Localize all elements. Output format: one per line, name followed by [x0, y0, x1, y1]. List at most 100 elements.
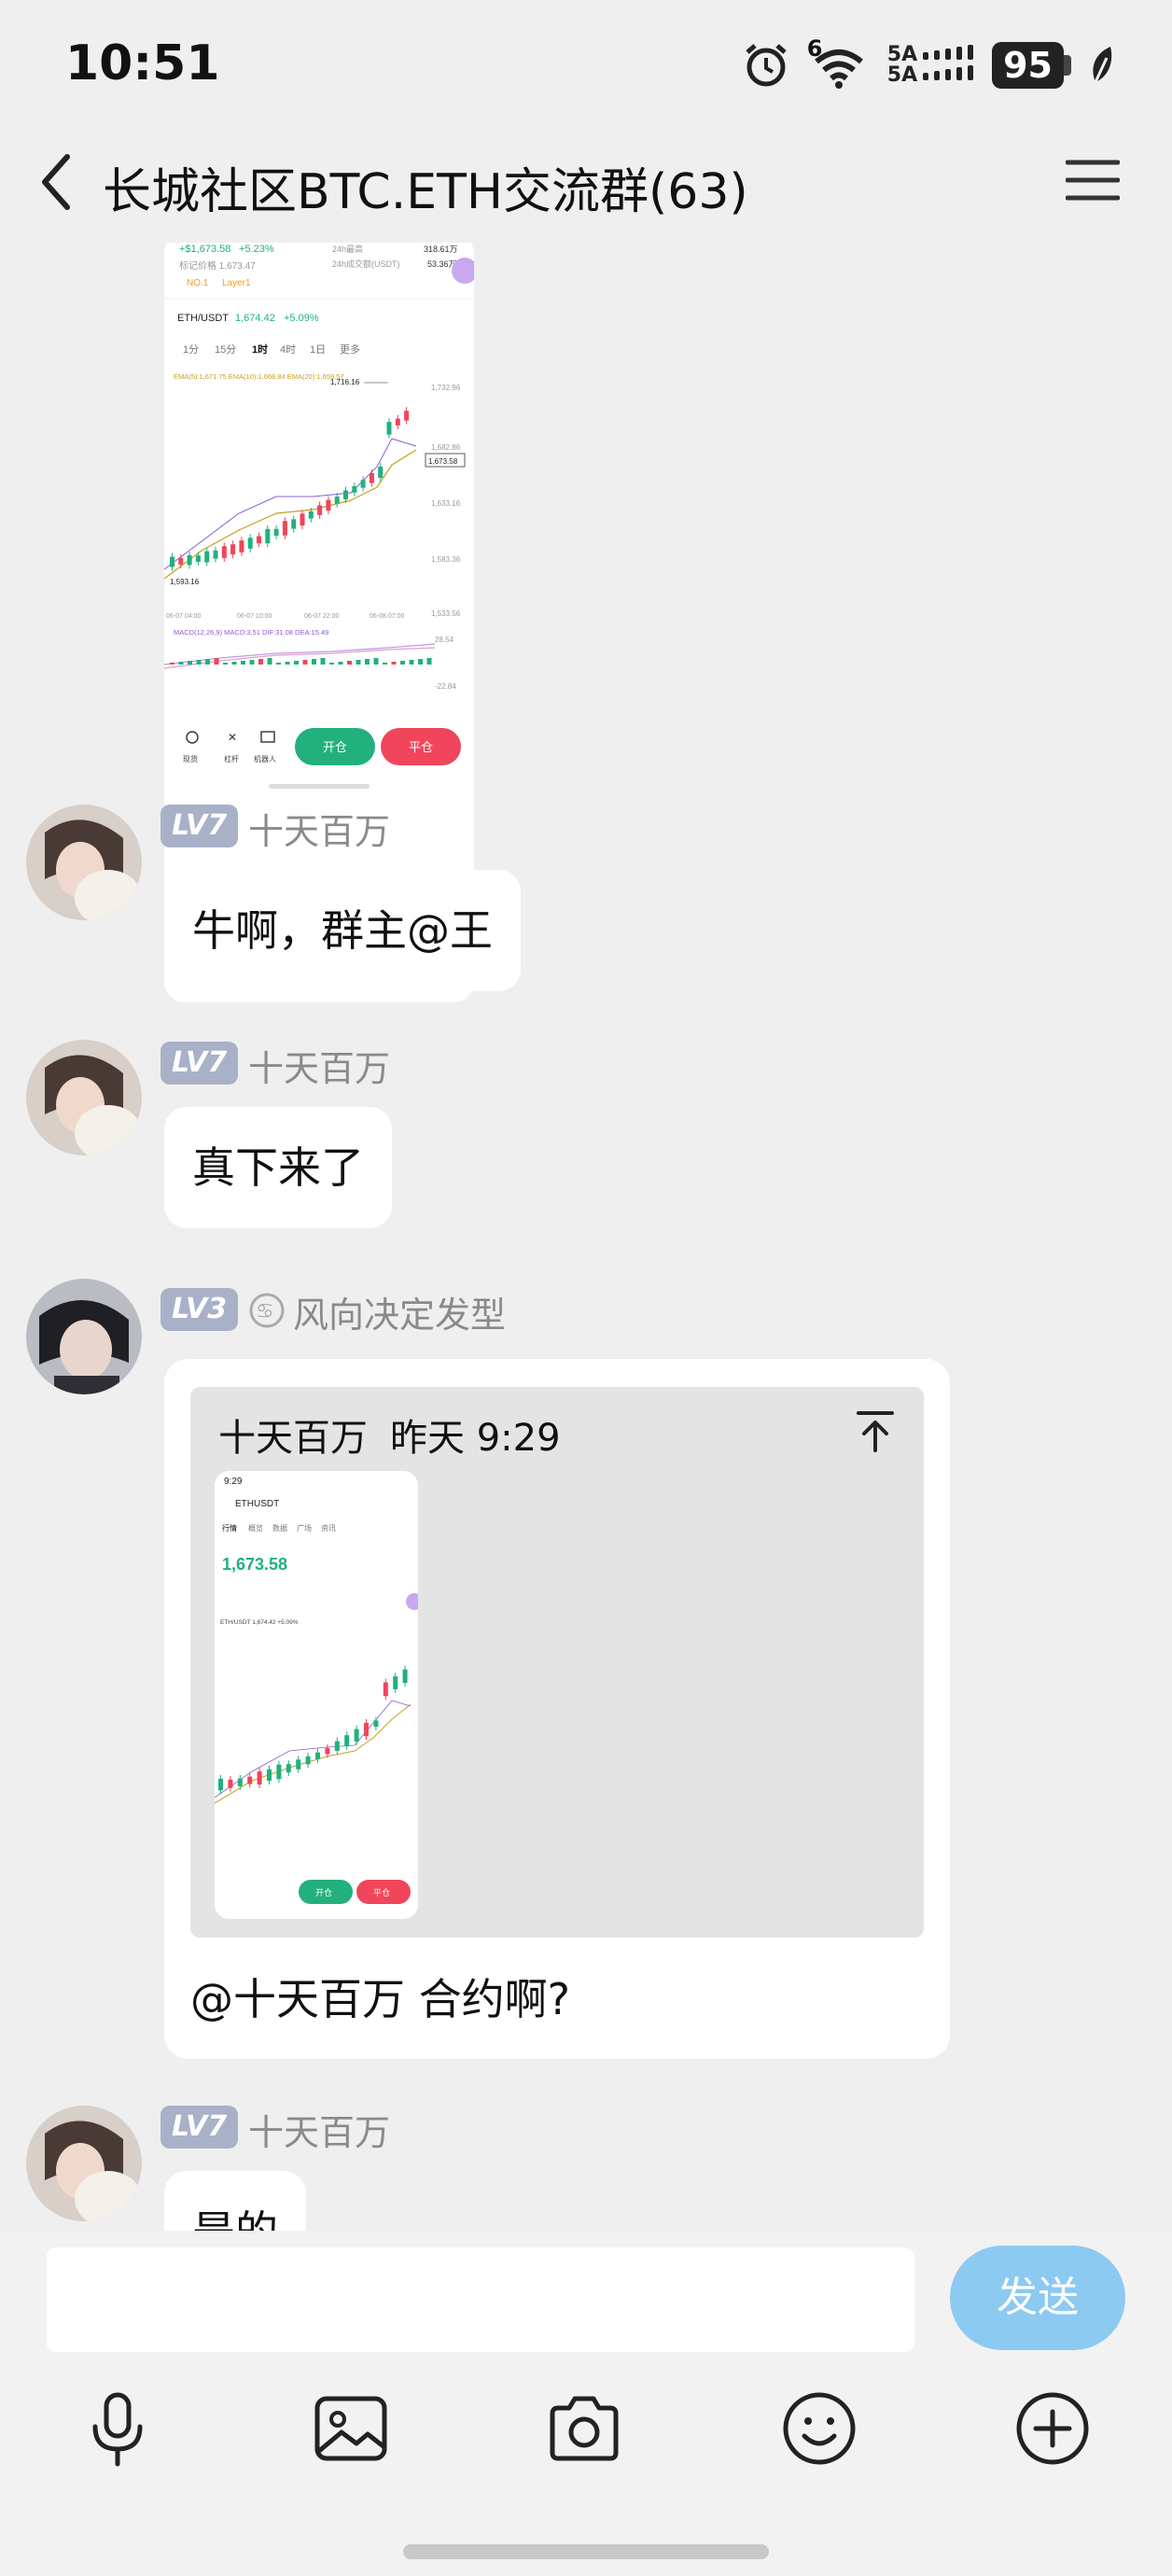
macd-line: MACD(12,26,9) MACD:3.51 DIF:31.08 DEA:15…	[174, 628, 328, 637]
macd-bar	[302, 660, 308, 665]
quoted-screenshot-thumbnail[interactable]: 9:29 ETHUSDT 行情 概览 数据 广场 资讯 1,673.58 ETH…	[215, 1471, 418, 1919]
macd-bar	[347, 661, 352, 665]
candle	[213, 550, 218, 559]
candle	[276, 1764, 282, 1780]
macd-bar	[418, 659, 423, 665]
low-label: 1,593.16	[170, 578, 200, 586]
candle	[402, 1669, 408, 1684]
candle	[291, 519, 297, 529]
wifi-6-label: 6	[806, 35, 823, 62]
home-indicator[interactable]	[403, 2544, 769, 2559]
macd-bar	[373, 658, 379, 665]
thumb-tab-4: 广场	[297, 1523, 312, 1533]
macd-bar	[329, 663, 334, 665]
candle	[360, 480, 366, 488]
level-badge: LV7	[160, 1042, 239, 1085]
back-icon[interactable]	[34, 149, 80, 215]
icon-label-1: 现货	[183, 754, 198, 763]
svg-text:♋: ♋	[256, 1300, 274, 1323]
thumb-tab-1: 行情	[222, 1523, 237, 1533]
tf-tab-4: 4时	[280, 343, 296, 356]
macd-bar	[338, 662, 343, 665]
sender-name[interactable]: 十天百万	[248, 2104, 390, 2155]
candle	[239, 540, 244, 553]
candle	[393, 1676, 398, 1689]
icon-label-2: 杠杆	[224, 754, 239, 763]
quoted-message[interactable]: 十天百万昨天 9:29 9:29 ETHUSDT 行情 概览 数据 广场 资讯	[190, 1387, 924, 1938]
macd-bar	[356, 660, 361, 665]
candle	[352, 486, 357, 493]
candle	[265, 528, 271, 544]
candle	[373, 1720, 379, 1727]
candle	[267, 1769, 272, 1781]
candle	[378, 466, 384, 478]
macd-bar	[188, 661, 192, 665]
candle	[195, 555, 201, 562]
candle	[296, 1759, 301, 1770]
ema-line: EMA(5):1,671.75 EMA(10):1,668.84 EMA(20)…	[174, 372, 344, 381]
menu-icon[interactable]	[1066, 157, 1120, 203]
sender-name[interactable]: 十天百万	[248, 1040, 390, 1091]
candle	[383, 1682, 388, 1697]
macd-bar	[320, 658, 326, 665]
message-text[interactable]: @十天百万 合约啊?	[190, 1966, 570, 2027]
macd-bar	[365, 659, 370, 665]
candle	[343, 490, 348, 499]
status-icons: 6 5A 5A 95	[742, 35, 1116, 91]
candle	[178, 557, 184, 565]
jump-to-original-icon[interactable]	[853, 1407, 898, 1454]
candle	[170, 556, 174, 567]
camera-icon[interactable]	[545, 2389, 623, 2468]
rank-label: NO.1	[187, 278, 209, 288]
message-bubble[interactable]: 牛啊，群主@王	[164, 870, 521, 991]
thumb-tab-3: 数据	[272, 1523, 287, 1533]
cancer-zodiac-icon: ♋	[249, 1293, 285, 1328]
price-top: +$1,673.58	[179, 244, 230, 255]
microphone-icon[interactable]	[78, 2389, 157, 2468]
candle	[395, 418, 400, 426]
tick-5: 1,533.56	[431, 609, 461, 618]
sender-name[interactable]: 十天百万	[248, 803, 390, 854]
macd-bar	[294, 661, 299, 665]
macd-bar	[426, 658, 432, 665]
pair-label: ETH/USDT	[177, 313, 229, 324]
wifi-icon: 6	[807, 35, 871, 90]
message-bubble[interactable]: 是的	[164, 2171, 306, 2231]
candle	[282, 521, 287, 536]
level-badge: LV7	[160, 805, 239, 847]
thumb-pair-line: ETH/USDT 1,674.42 +5.09%	[220, 1619, 299, 1626]
candle	[308, 511, 314, 519]
sender-name[interactable]: 风向决定发型	[293, 1286, 506, 1337]
svg-text:✕: ✕	[228, 731, 237, 744]
message-bubble[interactable]: 真下来了	[164, 1107, 392, 1228]
image-icon[interactable]	[312, 2389, 390, 2468]
thumb-tab-5: 资讯	[321, 1523, 336, 1533]
quote-message-bubble[interactable]: 十天百万昨天 9:29 9:29 ETHUSDT 行情 概览 数据 广场 资讯	[164, 1359, 950, 2059]
plus-icon[interactable]	[1013, 2389, 1092, 2468]
candle	[334, 1741, 340, 1751]
macd-tick-2: -22.84	[435, 682, 456, 691]
message-input[interactable]	[47, 2247, 914, 2352]
quote-time: 昨天 9:29	[390, 1417, 561, 1460]
avatar[interactable]	[26, 1040, 142, 1155]
thumb-tab-2: 概览	[248, 1523, 263, 1533]
mark-price: 标记价格 1,673.47	[179, 259, 256, 272]
emoji-icon[interactable]	[780, 2389, 858, 2468]
stat1-label: 24h最高	[332, 244, 363, 254]
avatar[interactable]	[26, 805, 142, 920]
tick-3: 1,633.16	[431, 499, 461, 508]
candle	[317, 505, 323, 515]
macd-bar	[223, 663, 228, 665]
send-button[interactable]: 发送	[950, 2246, 1125, 2350]
avatar[interactable]	[26, 1279, 142, 1394]
battery-tip	[1064, 55, 1071, 76]
message-list[interactable]: +$1,673.58 +5.23% 标记价格 1,673.47 NO.1 Lay…	[0, 243, 1172, 2231]
thumb-close-label: 平仓	[373, 1887, 390, 1897]
avatar[interactable]	[26, 2106, 142, 2221]
candle	[305, 1756, 311, 1765]
macd-bar	[170, 663, 174, 665]
tf-tab-2: 15分	[215, 343, 236, 356]
tick-1: 1,732.96	[431, 384, 461, 392]
icon-label-3: 机器人	[254, 754, 276, 763]
candle	[247, 538, 253, 549]
